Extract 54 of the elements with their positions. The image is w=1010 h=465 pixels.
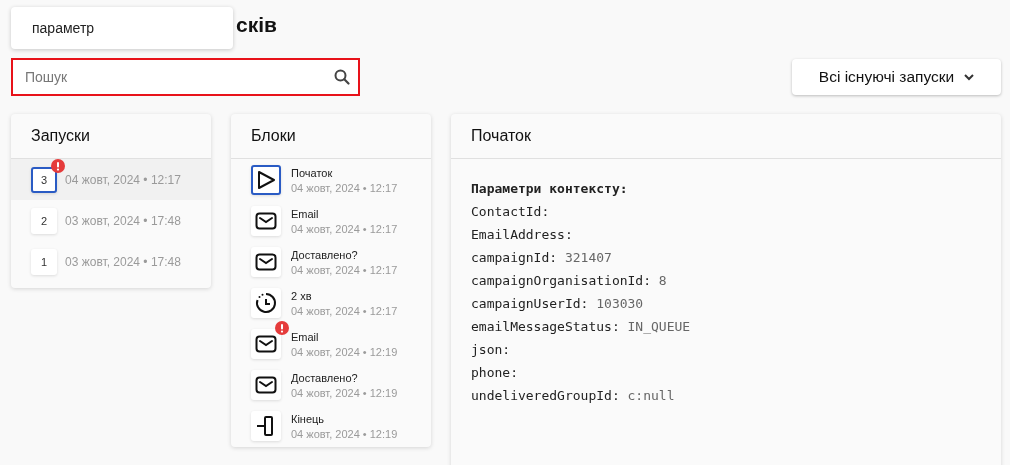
envelope-icon [255, 253, 277, 271]
block-name: Email [291, 207, 320, 220]
block-time: 04 жовт, 2024 • 12:17 [291, 222, 398, 235]
block-name: Початок [291, 166, 334, 179]
block-icon-tile[interactable] [251, 370, 281, 400]
block-icon-tile[interactable] [251, 165, 281, 195]
panel-title: Початок [451, 114, 1001, 159]
block-name: Доставлено? [291, 248, 359, 261]
envelope-icon [255, 335, 277, 353]
context-param: EmailAddress: [471, 226, 574, 244]
block-icon-tile[interactable] [251, 329, 281, 359]
block-time: 04 жовт, 2024 • 12:19 [291, 386, 398, 399]
run-time: 03 жовт, 2024 • 17:48 [65, 254, 181, 269]
run-time: 03 жовт, 2024 • 17:48 [65, 213, 181, 228]
block-icon-tile[interactable] [251, 247, 281, 277]
filter-dropdown[interactable]: Всі існуючі запуски [792, 59, 1001, 95]
play-icon [255, 169, 277, 191]
block-icon-tile[interactable] [251, 411, 281, 441]
block-icon-tile[interactable] [251, 206, 281, 236]
context-param: campaignUserId: 103030 [471, 295, 645, 313]
run-number: 2 [31, 207, 57, 234]
run-time: 04 жовт, 2024 • 12:17 [65, 172, 181, 187]
block-name: Доставлено? [291, 371, 359, 384]
panel-title: Блоки [231, 114, 431, 159]
block-name: Email [291, 330, 320, 343]
context-param: emailMessageStatus: IN_QUEUE [471, 318, 692, 336]
block-time: 04 жовт, 2024 • 12:17 [291, 304, 398, 317]
envelope-icon [255, 376, 277, 394]
run-item[interactable]: 2 03 жовт, 2024 • 17:48 [11, 200, 211, 241]
search-field[interactable]: Пошук [11, 58, 360, 96]
context-param: ContactId: [471, 203, 551, 221]
block-time: 04 жовт, 2024 • 12:19 [291, 345, 398, 358]
block-time: 04 жовт, 2024 • 12:17 [291, 181, 398, 194]
run-item[interactable]: 1 03 жовт, 2024 • 17:48 [11, 241, 211, 282]
run-number: 1 [31, 248, 57, 275]
context-param: phone: [471, 364, 519, 382]
block-time: 04 жовт, 2024 • 12:17 [291, 263, 398, 276]
block-name: 2 хв [291, 289, 313, 302]
block-time: 04 жовт, 2024 • 12:19 [291, 427, 398, 440]
search-icon [334, 69, 350, 85]
context-param: campaignId: 321407 [471, 249, 613, 267]
suggestion-popup[interactable]: параметр [11, 7, 233, 49]
block-name: Кінець [291, 412, 326, 425]
context-heading: Параметри контексту: [471, 180, 629, 198]
block-icon-tile[interactable] [251, 288, 281, 318]
run-number: 3 [31, 166, 57, 193]
run-item[interactable]: 3 04 жовт, 2024 • 12:17 [11, 159, 211, 200]
chevron-down-icon [964, 73, 975, 81]
context-param: json: [471, 341, 512, 359]
timer-icon [255, 292, 277, 314]
context-param: campaignOrganisationId: 8 [471, 272, 668, 290]
page-title: сків [236, 13, 277, 37]
envelope-icon [255, 212, 277, 230]
context-param: undeliveredGroupId: c:null [471, 387, 676, 405]
